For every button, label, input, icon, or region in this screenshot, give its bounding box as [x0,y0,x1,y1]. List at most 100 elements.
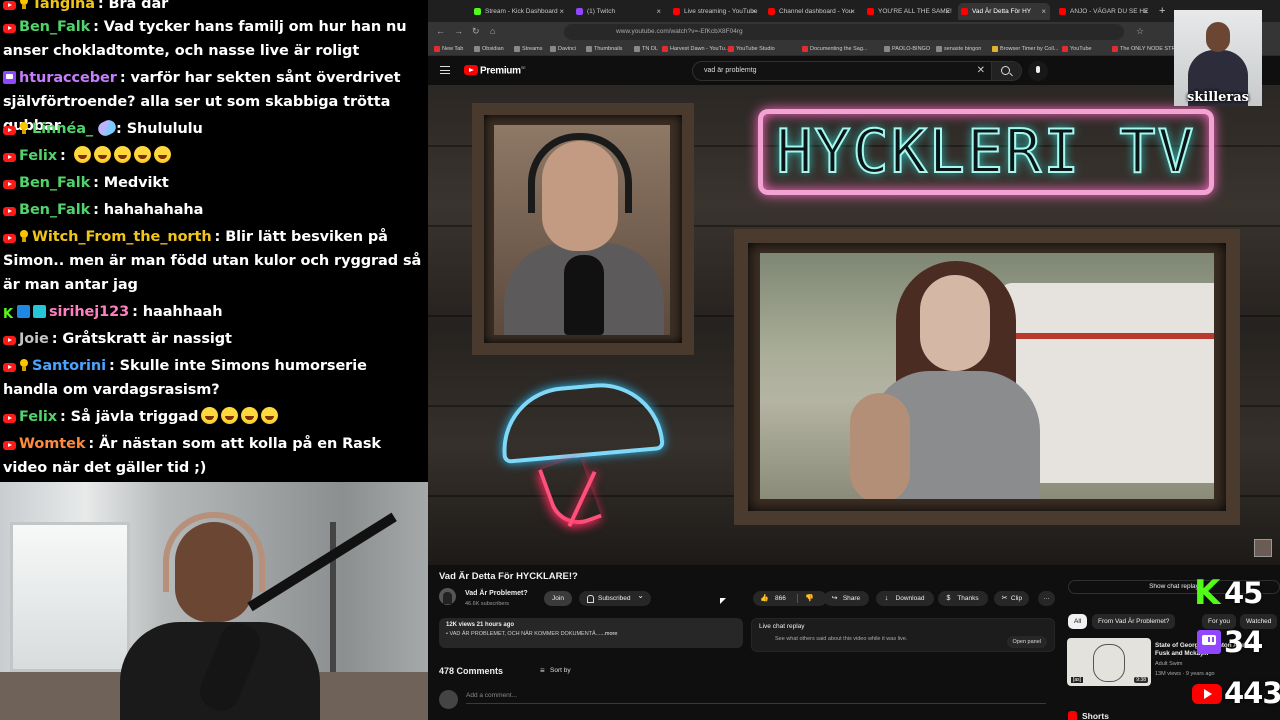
subscribed-button[interactable]: Subscribed [579,588,651,606]
tab-bar: Stream - Kick Dashboard × (1) Twitch × Live … [428,0,1280,22]
chat-text: Shulululu [126,121,203,137]
url-field[interactable]: www.youtube.com/watch?v=-EfKcbX8F04rg [564,24,1124,40]
bookmark-item[interactable]: Davinci [550,44,576,54]
chat-text: Bra dar [108,0,169,12]
close-tab-icon[interactable]: × [656,3,661,20]
chat-text: haahhaah [142,304,223,320]
filter-chip[interactable]: All [1068,614,1088,629]
chat-username[interactable]: Felix [19,148,57,164]
video-player[interactable]: HYCKLERI TV [428,85,1280,565]
twitch-logo-icon [1197,630,1221,654]
chat-username[interactable]: Felix [19,409,57,425]
share-button[interactable]: ↪ Share [824,591,869,606]
chat-username[interactable]: Ben_Falk [19,19,90,35]
more-actions-button[interactable]: ··· [1038,591,1055,606]
browser-tab[interactable]: Live streaming - YouTube × [670,3,760,20]
bookmark-item[interactable]: YouTube [1062,44,1092,54]
chat-username[interactable]: sirihej123 [49,304,129,320]
menu-icon[interactable] [440,66,450,74]
youtube-header: PremiumSE vad är problemtg ✕ [428,57,1280,85]
chat-message: Ben_Falk: Vad tycker hans familj om hur … [3,15,423,63]
chat-username[interactable]: Witch_From_the_north [32,229,212,245]
bookmark-item[interactable]: Documenting the Sag... [802,44,867,54]
join-button[interactable]: Join [544,591,572,606]
recommended-thumbnail[interactable]: [as] 9:38 [1067,638,1151,686]
forward-icon[interactable]: → [454,26,463,36]
tab-label: Channel dashboard - You [779,8,853,15]
close-tab-icon[interactable]: × [751,3,756,20]
chat-username[interactable]: Ben_Falk [19,202,90,218]
woman-face [920,275,990,371]
bulb-badge-icon [19,230,29,243]
like-button[interactable]: 👍 866 👎 [753,591,827,606]
chat-message: Linnéa_: Shulululu [3,117,423,141]
bookmark-item[interactable]: Obsidian [474,44,504,54]
search-button[interactable] [992,61,1022,81]
star-icon[interactable]: ☆ [1136,26,1144,37]
browser-tab[interactable]: YOU'RE ALL THE SAME! × [864,3,954,20]
neon-title: HYCKLERI TV [775,116,1196,188]
bookmark-item[interactable]: PAOLO-BINGO [884,44,930,54]
channel-avatar[interactable] [439,588,456,605]
browser-tab[interactable]: Stream - Kick Dashboard × [471,3,568,20]
chat-username[interactable]: Joie [19,331,49,347]
reload-icon[interactable]: ↻ [472,26,480,37]
chat-username[interactable]: Womtek [19,436,85,452]
bookmark-item[interactable]: New Tab [434,44,463,54]
bookmark-item[interactable]: Browser Timer by Coll... [992,44,1058,54]
browser-tab[interactable]: (1) Twitch × [573,3,665,20]
close-tab-icon[interactable]: × [850,3,855,20]
close-tab-icon[interactable]: × [1041,3,1046,20]
bookmark-item[interactable]: Harvest Dawn - YouTu... [662,44,729,54]
bookmark-item[interactable]: senaste bingon [936,44,981,54]
open-panel-button[interactable]: Open panel [1006,636,1047,648]
chat-username[interactable]: Ben_Falk [19,175,90,191]
video-meta: 12K views 21 hours ago [446,622,515,628]
recommended-channel[interactable]: Adult Swim [1155,661,1183,667]
chat-separator: : [88,436,100,452]
chat-message: Joie: Gråtskratt är nassigt [3,327,423,351]
picture-frame-right [734,229,1240,525]
close-tab-icon[interactable]: × [945,3,950,20]
chat-username[interactable]: Linnéa_ [32,121,93,137]
like-divider [797,594,798,603]
channel-name[interactable]: Vad Är Problemet? [465,590,528,597]
back-icon[interactable]: ← [436,26,445,36]
show-more-link[interactable]: ...more [600,631,617,637]
search-input[interactable]: vad är problemtg ✕ [692,61,992,81]
new-tab-icon[interactable]: + [1156,3,1170,20]
browser-tab[interactable]: Vad Är Detta För HY × [958,3,1050,20]
bookmark-item[interactable]: YouTube Studio [728,44,775,54]
youtube-count: 443 [1224,676,1280,710]
bookmark-item[interactable]: Thumbnails [586,44,622,54]
share-icon: ↪ [831,595,838,602]
bookmark-item[interactable]: The ONLY NODE STR... [1112,44,1180,54]
clip-button[interactable]: ✂ Clip [994,591,1029,606]
chat-username[interactable]: Santorini [32,358,106,374]
guest-webcam: skilleras [1174,10,1262,106]
clear-search-icon[interactable]: ✕ [977,62,985,80]
description-box[interactable]: 12K views 21 hours ago • VAD ÄR PROBLEME… [439,618,743,648]
bookmark-item[interactable]: TN DL [634,44,658,54]
home-icon[interactable]: ⌂ [490,26,495,36]
youtube-brand[interactable]: PremiumSE [480,65,526,76]
chat-username[interactable]: hturacceber [19,70,117,86]
close-tab-icon[interactable]: × [1143,3,1148,20]
bookmark-item[interactable]: Streams [514,44,542,54]
guest-name: skilleras [1186,90,1249,105]
kick-badge-icon: K [3,307,13,322]
youtube-logo-icon[interactable] [464,65,478,75]
woman-arm [850,393,910,499]
voice-search-icon[interactable] [1028,61,1048,81]
browser-tab[interactable]: Channel dashboard - You × [765,3,859,20]
download-button[interactable]: ↓ Download [876,591,934,606]
chat-username[interactable]: Tangina [32,0,95,12]
chat-separator: : [116,121,127,137]
thumbs-down-icon[interactable]: 👎 [805,595,814,602]
browser-tab[interactable]: ANJO - VÄGAR DU SE HE × [1056,3,1152,20]
filter-chip[interactable]: From Vad Är Problemet? [1092,614,1176,629]
add-comment-input[interactable]: Add a comment... [466,692,1046,704]
close-tab-icon[interactable]: × [559,3,564,20]
thanks-button[interactable]: $ Thanks [938,591,988,606]
sort-by-button[interactable]: Sort by [540,666,571,675]
